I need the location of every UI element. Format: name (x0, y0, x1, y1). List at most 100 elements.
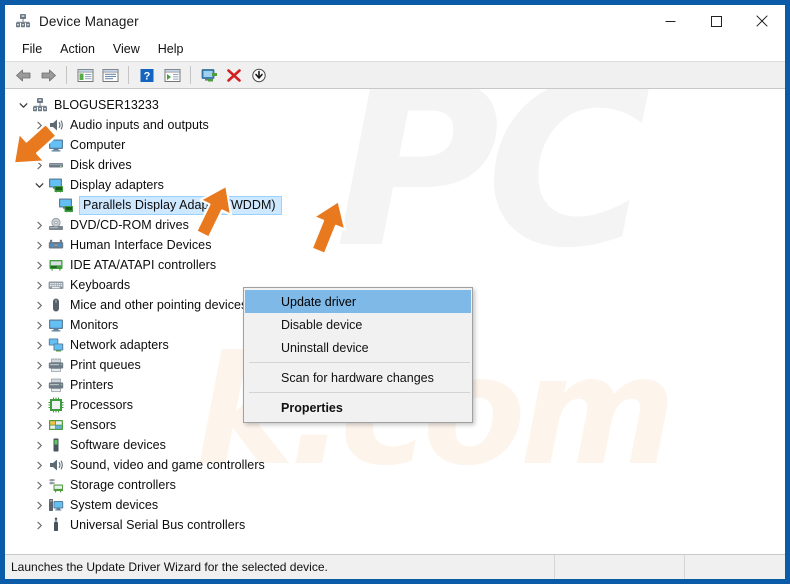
chevron-right-icon[interactable] (31, 475, 47, 495)
chevron-right-icon[interactable] (31, 315, 47, 335)
tree-root-node[interactable]: BLOGUSER13233 (5, 95, 785, 115)
speaker-icon (47, 457, 64, 474)
tree-item-universal-serial-bus-controllers[interactable]: Universal Serial Bus controllers (5, 515, 785, 535)
tree-item-software-devices[interactable]: Software devices (5, 435, 785, 455)
chevron-right-icon[interactable] (31, 235, 47, 255)
chevron-right-icon[interactable] (31, 335, 47, 355)
update-driver-icon[interactable] (197, 64, 221, 86)
menu-file[interactable]: File (13, 39, 51, 59)
device-context-menu: Update driver Disable device Uninstall d… (243, 287, 473, 423)
storage-controller-icon (47, 477, 64, 494)
chevron-right-icon[interactable] (31, 355, 47, 375)
properties-icon[interactable] (98, 64, 122, 86)
tree-item-parallels-display-adapter[interactable]: Parallels Display Adapter (WDDM) (5, 195, 785, 215)
status-pane-2 (555, 555, 685, 579)
chevron-right-icon[interactable] (31, 455, 47, 475)
menu-action[interactable]: Action (51, 39, 104, 59)
toolbar-separator (66, 66, 67, 84)
menu-view[interactable]: View (104, 39, 149, 59)
tree-item-dvd-cdrom-drives[interactable]: DVD/CD-ROM drives (5, 215, 785, 235)
chevron-right-icon[interactable] (31, 295, 47, 315)
tree-item-sound-video-and-game-controllers[interactable]: Sound, video and game controllers (5, 455, 785, 475)
usb-icon (47, 517, 64, 534)
minimize-button[interactable] (647, 5, 693, 37)
chevron-right-icon[interactable] (31, 255, 47, 275)
chevron-right-icon[interactable] (31, 215, 47, 235)
tree-item-label: System devices (70, 497, 159, 512)
tree-item-storage-controllers[interactable]: Storage controllers (5, 475, 785, 495)
chevron-down-icon[interactable] (31, 175, 47, 195)
tree-item-label: Sound, video and game controllers (70, 457, 265, 472)
chevron-right-icon[interactable] (31, 135, 47, 155)
toolbar-separator (190, 66, 191, 84)
help-icon[interactable]: ? (135, 64, 159, 86)
main-content: PC k.com BLOGUSER13233 (5, 89, 785, 554)
show-hide-action-pane-icon[interactable] (160, 64, 184, 86)
tree-item-disk-drives[interactable]: Disk drives (5, 155, 785, 175)
context-menu-item-uninstall-device[interactable]: Uninstall device (244, 336, 472, 359)
tree-item-label: Human Interface Devices (70, 237, 212, 252)
back-arrow-icon[interactable] (11, 64, 35, 86)
uninstall-device-icon[interactable] (222, 64, 246, 86)
toolbar-separator (128, 66, 129, 84)
tree-item-label: Computer (70, 137, 126, 152)
title-bar-left: Device Manager (5, 13, 139, 29)
scan-hardware-changes-icon[interactable] (247, 64, 271, 86)
chevron-right-icon[interactable] (31, 435, 47, 455)
tree-item-label: Software devices (70, 437, 166, 452)
dvd-drive-icon (47, 217, 64, 234)
chevron-right-icon[interactable] (31, 155, 47, 175)
chevron-right-icon[interactable] (31, 495, 47, 515)
tree-item-label: Display adapters (70, 177, 164, 192)
window-title: Device Manager (39, 13, 139, 29)
tree-item-system-devices[interactable]: System devices (5, 495, 785, 515)
display-adapter-icon (57, 197, 74, 214)
status-bar: Launches the Update Driver Wizard for th… (5, 554, 785, 579)
menu-help[interactable]: Help (149, 39, 193, 59)
svg-text:?: ? (144, 70, 151, 82)
chevron-right-icon[interactable] (31, 415, 47, 435)
tree-item-display-adapters[interactable]: Display adapters (5, 175, 785, 195)
chevron-right-icon[interactable] (31, 515, 47, 535)
chevron-right-icon[interactable] (31, 395, 47, 415)
status-message: Launches the Update Driver Wizard for th… (5, 555, 555, 579)
tree-item-label: Processors (70, 397, 134, 412)
show-hide-console-tree-icon[interactable] (73, 64, 97, 86)
tree-item-computer[interactable]: Computer (5, 135, 785, 155)
maximize-button[interactable] (693, 5, 739, 37)
tree-item-human-interface-devices[interactable]: Human Interface Devices (5, 235, 785, 255)
display-adapter-icon (47, 177, 64, 194)
chevron-right-icon[interactable] (31, 375, 47, 395)
tree-root-label: BLOGUSER13233 (54, 97, 159, 112)
window-controls (647, 5, 785, 37)
tree-item-audio-inputs-and-outputs[interactable]: Audio inputs and outputs (5, 115, 785, 135)
tree-item-ide-ata-atapi-controllers[interactable]: IDE ATA/ATAPI controllers (5, 255, 785, 275)
status-pane-3 (685, 555, 785, 579)
keyboard-icon (47, 277, 64, 294)
context-menu-item-disable-device[interactable]: Disable device (244, 313, 472, 336)
forward-arrow-icon[interactable] (36, 64, 60, 86)
tree-item-label: Printers (70, 377, 114, 392)
sensor-icon (47, 417, 64, 434)
disk-drive-icon (47, 157, 64, 174)
speaker-icon (47, 117, 64, 134)
printer-icon (47, 377, 64, 394)
context-menu-item-properties[interactable]: Properties (244, 396, 472, 419)
chevron-down-icon[interactable] (15, 95, 31, 115)
printer-icon (47, 357, 64, 374)
tree-item-label: Keyboards (70, 277, 131, 292)
monitor-icon (47, 317, 64, 334)
system-device-icon (47, 497, 64, 514)
chevron-right-icon[interactable] (31, 275, 47, 295)
context-menu-item-scan-for-hardware-changes[interactable]: Scan for hardware changes (244, 366, 472, 389)
context-menu-item-update-driver[interactable]: Update driver (245, 290, 471, 313)
menu-bar: File Action View Help (5, 37, 785, 61)
tree-item-label: Universal Serial Bus controllers (70, 517, 246, 532)
toolbar: ? (5, 61, 785, 89)
tree-item-label: Mice and other pointing devices (70, 297, 248, 312)
tree-item-label: IDE ATA/ATAPI controllers (70, 257, 217, 272)
tree-item-label: DVD/CD-ROM drives (70, 217, 189, 232)
close-button[interactable] (739, 5, 785, 37)
tree-item-label: Print queues (70, 357, 141, 372)
chevron-right-icon[interactable] (31, 115, 47, 135)
